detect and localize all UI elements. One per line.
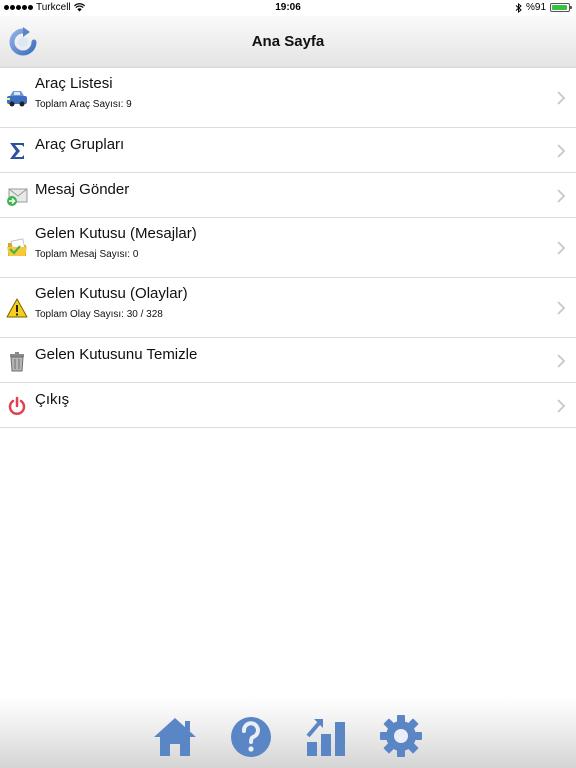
menu-item-title: Gelen Kutusu (Olaylar) — [35, 285, 188, 302]
wifi-icon — [73, 3, 85, 12]
battery-percent: %91 — [525, 2, 546, 13]
chevron-right-icon — [557, 399, 566, 413]
vehicle-icon — [7, 91, 27, 107]
bottom-tab-bar — [0, 696, 576, 768]
menu-item-title: Mesaj Gönder — [35, 181, 130, 198]
menu-item-subtitle: Toplam Araç Sayısı: 9 — [35, 99, 132, 110]
stats-icon — [306, 719, 345, 756]
send-mail-icon — [7, 188, 28, 206]
menu-item-inbox-messages[interactable]: Gelen Kutusu (Mesajlar) Toplam Mesaj Say… — [0, 218, 576, 278]
menu-item-title: Gelen Kutusu (Mesajlar) — [35, 225, 197, 242]
carrier-name: Turkcell — [36, 2, 71, 13]
menu-item-title: Araç Grupları — [35, 136, 125, 153]
settings-gear-icon — [380, 715, 422, 757]
menu-item-title: Araç Listesi — [35, 75, 113, 92]
help-icon — [231, 717, 271, 757]
menu-item-vehicle-groups[interactable]: Araç Grupları — [0, 128, 576, 173]
menu-item-inbox-events[interactable]: Gelen Kutusu (Olaylar) Toplam Olay Sayıs… — [0, 278, 576, 338]
chevron-right-icon — [557, 241, 566, 255]
home-icon — [154, 718, 196, 756]
help-button[interactable] — [228, 714, 274, 758]
menu-item-vehicle-list[interactable]: Araç Listesi Toplam Araç Sayısı: 9 — [0, 68, 576, 128]
stats-button[interactable] — [304, 714, 350, 758]
status-right: %91 — [515, 2, 572, 13]
menu-item-clear-inbox[interactable]: Gelen Kutusunu Temizle — [0, 338, 576, 383]
menu-item-title: Çıkış — [35, 391, 70, 408]
warning-icon — [6, 298, 28, 318]
navigation-bar: Ana Sayfa — [0, 16, 576, 68]
battery-level-fill — [552, 5, 567, 10]
chevron-right-icon — [557, 354, 566, 368]
menu-item-subtitle: Toplam Mesaj Sayısı: 0 — [35, 249, 139, 260]
screen: Turkcell 19:06 %91 Ana Sayfa Araç Listes… — [0, 0, 576, 768]
bluetooth-icon — [515, 2, 522, 13]
signal-strength-icon — [4, 5, 33, 10]
main-menu-list: Araç Listesi Toplam Araç Sayısı: 9 Araç … — [0, 68, 576, 428]
chevron-right-icon — [557, 301, 566, 315]
power-icon — [8, 396, 26, 415]
chevron-right-icon — [557, 91, 566, 105]
menu-item-subtitle: Toplam Olay Sayısı: 30 / 328 — [35, 309, 163, 320]
sigma-icon — [10, 143, 24, 159]
menu-item-logout[interactable]: Çıkış — [0, 383, 576, 428]
chevron-right-icon — [557, 189, 566, 203]
menu-item-send-message[interactable]: Mesaj Gönder — [0, 173, 576, 218]
status-bar: Turkcell 19:06 %91 — [0, 0, 576, 16]
settings-button[interactable] — [378, 714, 424, 758]
battery-icon — [550, 3, 572, 12]
home-button[interactable] — [152, 714, 198, 758]
status-left: Turkcell — [4, 2, 85, 13]
page-title: Ana Sayfa — [251, 33, 325, 50]
folder-icon — [7, 238, 27, 256]
trash-icon — [10, 352, 24, 372]
chevron-right-icon — [557, 144, 566, 158]
status-time: 19:06 — [275, 2, 301, 13]
menu-item-title: Gelen Kutusunu Temizle — [35, 346, 198, 363]
